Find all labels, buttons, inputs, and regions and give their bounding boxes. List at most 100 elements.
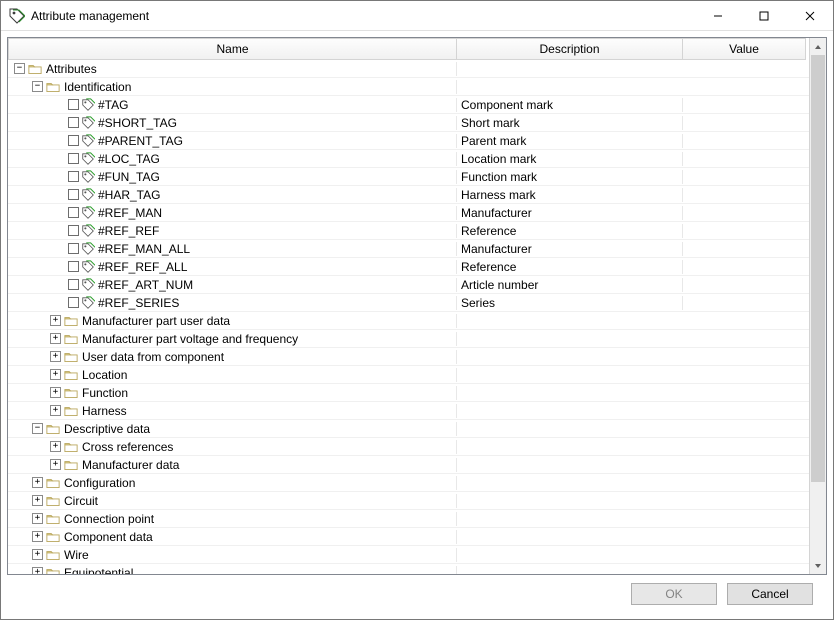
window-title: Attribute management [31,9,695,23]
scroll-up-button[interactable] [810,38,826,55]
tree-leaf-row[interactable]: #HAR_TAGHarness mark [8,186,809,204]
tree-leaf-row[interactable]: #REF_MANManufacturer [8,204,809,222]
tree-folder-row[interactable]: +Wire [8,546,809,564]
scroll-track[interactable] [810,55,826,557]
collapse-toggle[interactable]: − [14,63,25,74]
tree-leaf-row[interactable]: #FUN_TAGFunction mark [8,168,809,186]
description-cell: Short mark [457,116,683,130]
tag-icon [81,296,95,310]
tree-folder-row[interactable]: −Attributes [8,60,809,78]
description-cell: Harness mark [457,188,683,202]
attribute-checkbox[interactable] [68,117,79,128]
attribute-checkbox[interactable] [68,243,79,254]
minimize-button[interactable] [695,1,741,30]
expand-toggle[interactable]: + [50,333,61,344]
ok-button[interactable]: OK [631,583,717,605]
expand-toggle[interactable]: + [50,369,61,380]
expand-toggle[interactable]: + [50,405,61,416]
attribute-checkbox[interactable] [68,99,79,110]
expand-toggle[interactable]: + [32,513,43,524]
tree-leaf-row[interactable]: #REF_ART_NUMArticle number [8,276,809,294]
tree-leaf-row[interactable]: #REF_MAN_ALLManufacturer [8,240,809,258]
tree-folder-row[interactable]: +User data from component [8,348,809,366]
attribute-checkbox[interactable] [68,189,79,200]
header-name[interactable]: Name [8,38,457,60]
tree-folder-row[interactable]: +Function [8,384,809,402]
attribute-label: #PARENT_TAG [98,134,183,148]
folder-label: Manufacturer data [82,458,179,472]
tag-icon [81,188,95,202]
tree-folder-row[interactable]: +Component data [8,528,809,546]
tree-leaf-row[interactable]: #REF_SERIESSeries [8,294,809,312]
attribute-checkbox[interactable] [68,207,79,218]
client-area: Name Description Value −Attributes−Ident… [1,31,833,619]
header-description[interactable]: Description [457,38,683,60]
expand-toggle[interactable]: + [50,441,61,452]
expand-toggle[interactable]: + [32,531,43,542]
folder-icon [64,459,78,471]
tree-folder-row[interactable]: + Manufacturer part user data [8,312,809,330]
tree-leaf-row[interactable]: #SHORT_TAGShort mark [8,114,809,132]
attribute-checkbox[interactable] [68,279,79,290]
attribute-checkbox[interactable] [68,153,79,164]
window-buttons [695,1,833,30]
tree-folder-row[interactable]: + Manufacturer data [8,456,809,474]
attribute-label: #REF_MAN [98,206,162,220]
tree-folder-row[interactable]: +Location [8,366,809,384]
folder-label: Connection point [64,512,154,526]
collapse-toggle[interactable]: − [32,81,43,92]
description-cell: Series [457,296,683,310]
attribute-label: #REF_ART_NUM [98,278,193,292]
description-cell: Component mark [457,98,683,112]
expand-toggle[interactable]: + [32,567,43,574]
attribute-checkbox[interactable] [68,135,79,146]
scroll-thumb[interactable] [811,55,825,482]
tree-folder-row[interactable]: +Circuit [8,492,809,510]
tree-folder-row[interactable]: +Harness [8,402,809,420]
collapse-toggle[interactable]: − [32,423,43,434]
header-value[interactable]: Value [683,38,806,60]
attribute-checkbox[interactable] [68,261,79,272]
folder-icon [28,63,42,75]
tree-folder-row[interactable]: + Connection point [8,510,809,528]
folder-label: Manufacturer part voltage and frequency [82,332,298,346]
scroll-down-button[interactable] [810,557,826,574]
tree-body: −Attributes−Identification#TAGComponent … [8,60,809,574]
tag-icon [81,260,95,274]
folder-label: Identification [64,80,131,94]
cancel-button[interactable]: Cancel [727,583,813,605]
vertical-scrollbar[interactable] [809,38,826,574]
tree-leaf-row[interactable]: #LOC_TAG Location mark [8,150,809,168]
description-cell: Location mark [457,152,683,166]
attribute-checkbox[interactable] [68,171,79,182]
folder-icon [64,351,78,363]
folder-icon [64,369,78,381]
tree-leaf-row[interactable]: #TAGComponent mark [8,96,809,114]
close-button[interactable] [787,1,833,30]
expand-toggle[interactable]: + [50,315,61,326]
description-cell: Manufacturer [457,242,683,256]
tree-leaf-row[interactable]: #PARENT_TAGParent mark [8,132,809,150]
attribute-checkbox[interactable] [68,297,79,308]
tree-folder-row[interactable]: +Cross references [8,438,809,456]
attribute-checkbox[interactable] [68,225,79,236]
expand-toggle[interactable]: + [32,549,43,560]
tag-icon [81,170,95,184]
folder-label: Manufacturer part user data [82,314,230,328]
tree-folder-row[interactable]: +Configuration [8,474,809,492]
tree-folder-row[interactable]: − Identification [8,78,809,96]
folder-label: Descriptive data [64,422,150,436]
expand-toggle[interactable]: + [50,351,61,362]
expand-toggle[interactable]: + [32,495,43,506]
folder-icon [46,477,60,489]
expand-toggle[interactable]: + [32,477,43,488]
expand-toggle[interactable]: + [50,387,61,398]
tree-leaf-row[interactable]: #REF_REF_ALLReference [8,258,809,276]
maximize-button[interactable] [741,1,787,30]
attribute-label: #LOC_TAG [98,152,160,166]
tree-folder-row[interactable]: + Manufacturer part voltage and frequency [8,330,809,348]
tree-folder-row[interactable]: +Equipotential [8,564,809,574]
tree-leaf-row[interactable]: #REF_REFReference [8,222,809,240]
tree-folder-row[interactable]: − Descriptive data [8,420,809,438]
expand-toggle[interactable]: + [50,459,61,470]
